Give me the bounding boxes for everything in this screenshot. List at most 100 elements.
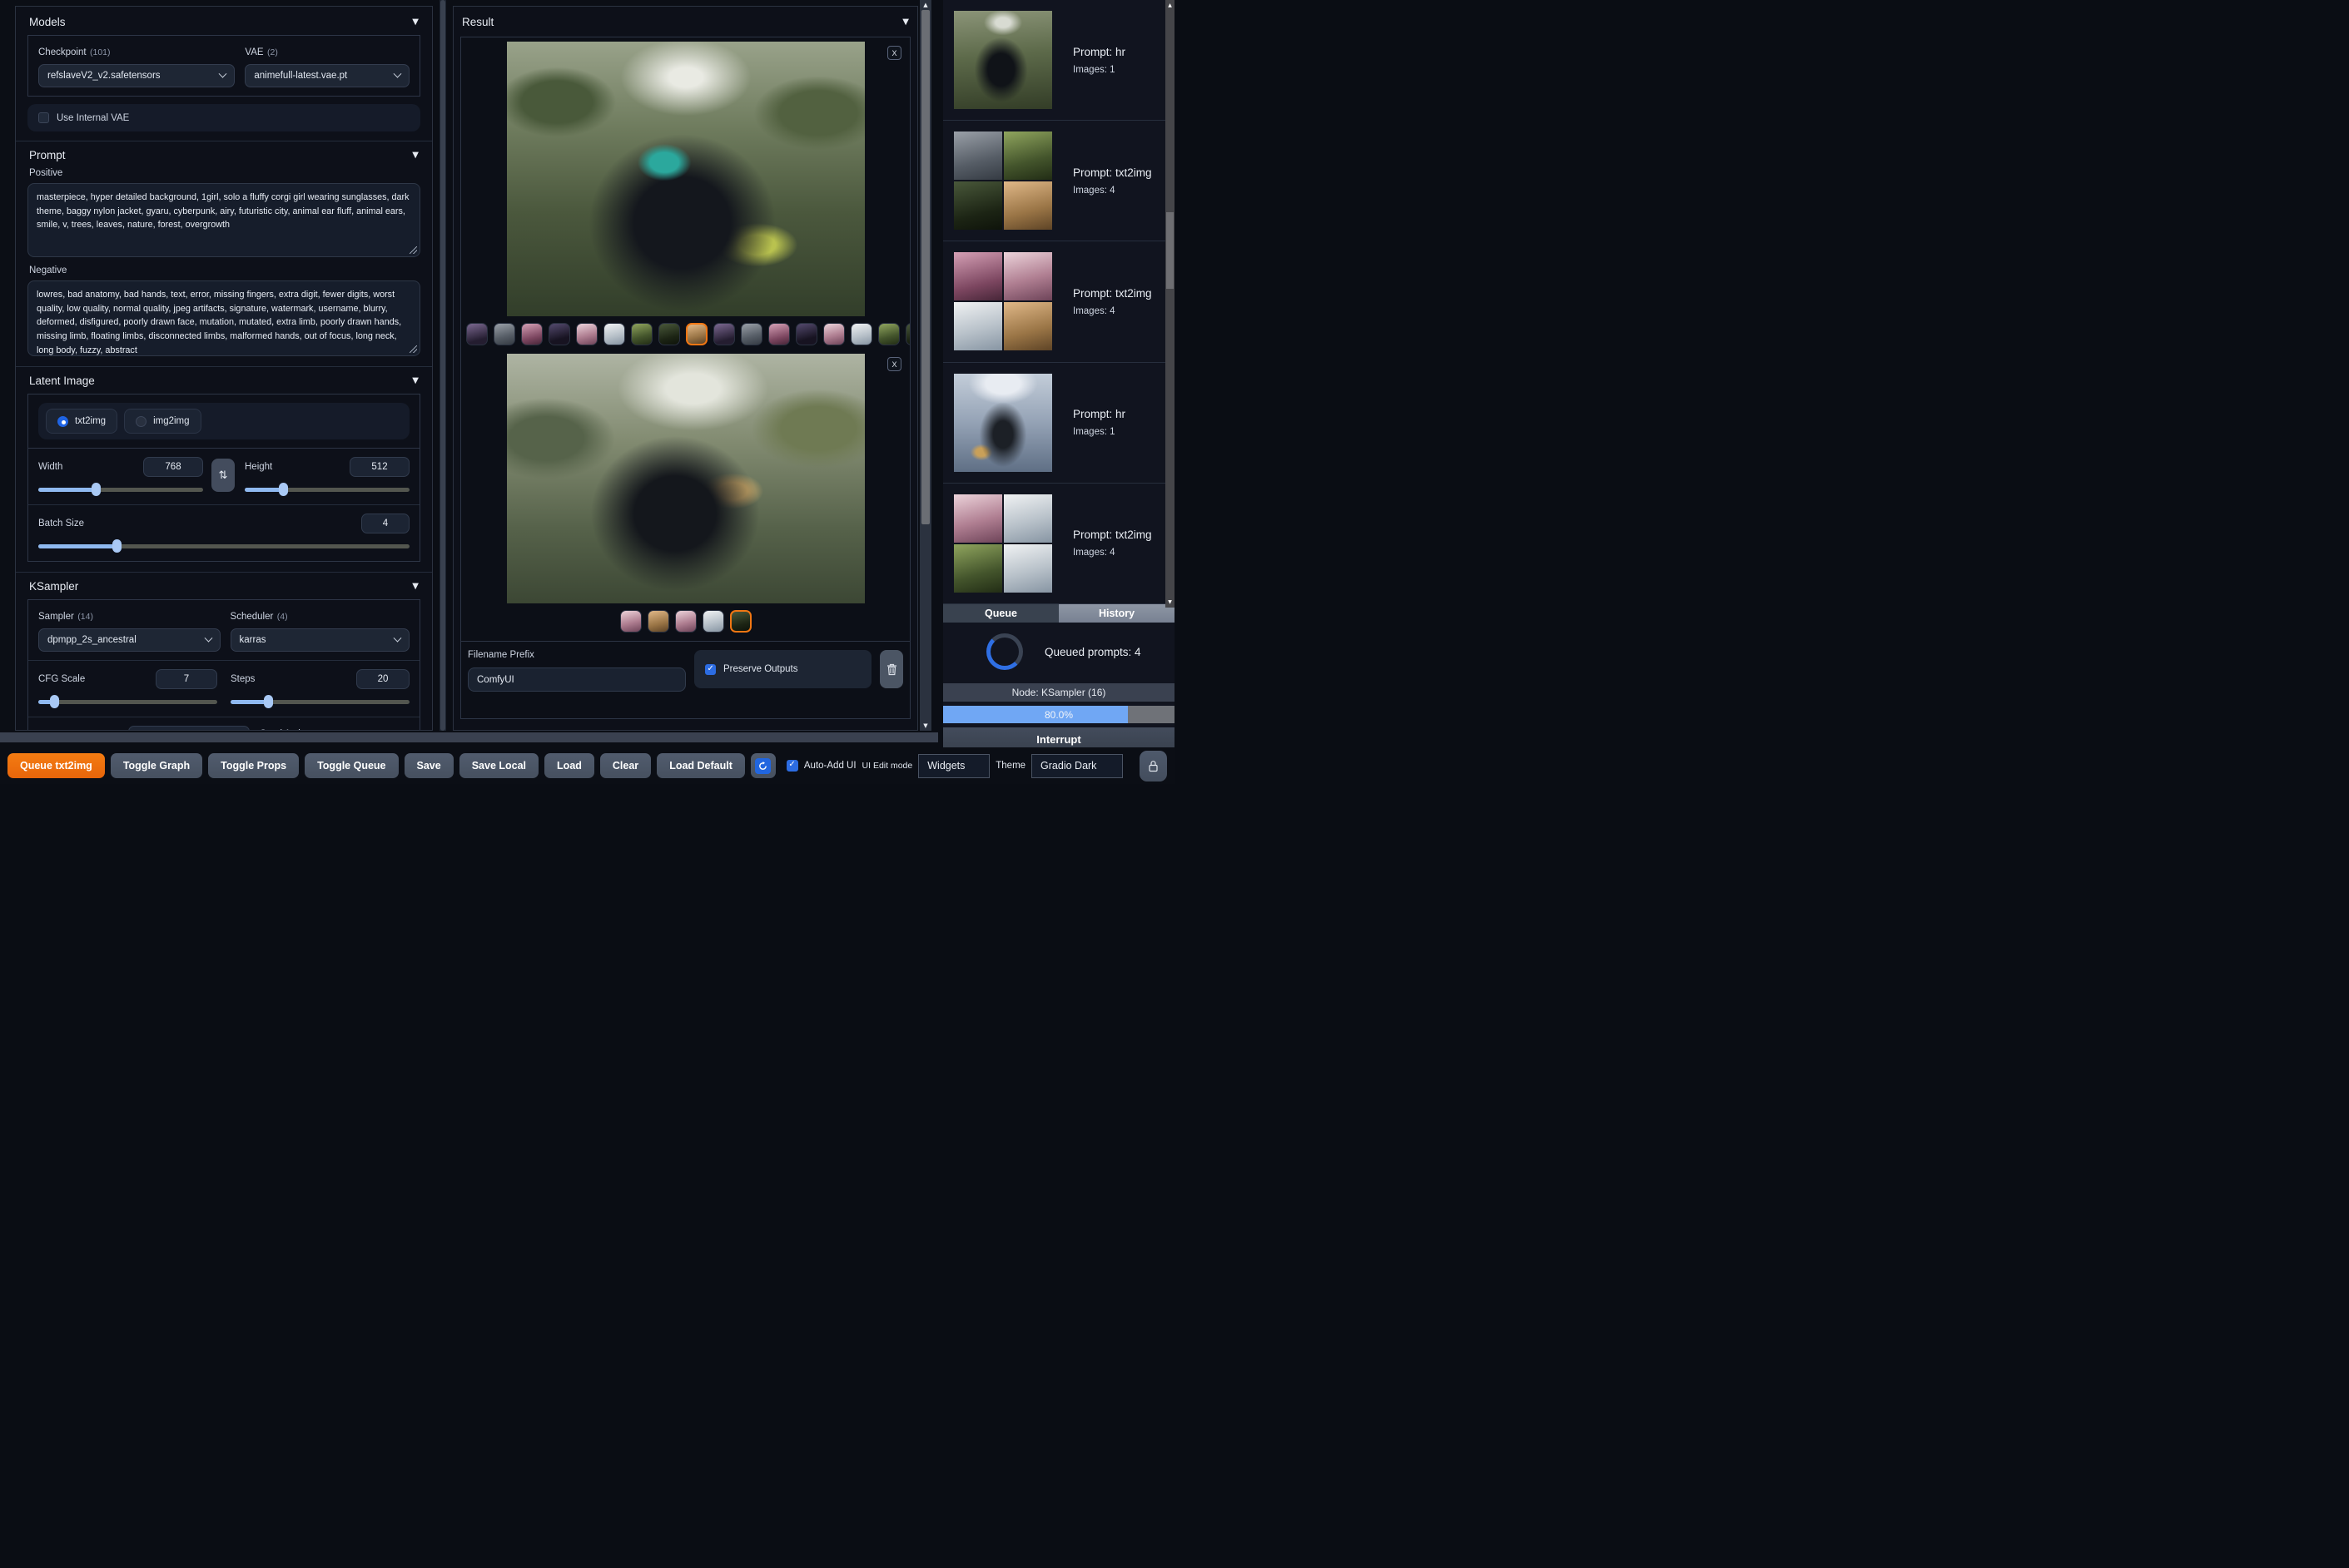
tab-history[interactable]: History — [1059, 604, 1174, 623]
tab-queue[interactable]: Queue — [943, 604, 1059, 623]
gallery-thumbnail[interactable] — [713, 322, 735, 345]
preserve-outputs-row[interactable]: Preserve Outputs — [694, 650, 872, 688]
history-thumbnail[interactable] — [1004, 543, 1052, 593]
gallery-thumbnail[interactable] — [658, 322, 680, 345]
gallery-thumbnail[interactable] — [906, 322, 910, 345]
gallery-thumbnail-selected[interactable] — [729, 609, 752, 633]
prompt-section-header[interactable]: Prompt ▼ — [27, 141, 420, 168]
steps-value[interactable]: 20 — [356, 669, 410, 689]
result-image-2[interactable] — [506, 354, 865, 603]
history-thumbnail[interactable] — [954, 543, 1002, 593]
steps-slider[interactable] — [231, 695, 410, 708]
workspace-scrollbar[interactable]: ▲ ▼ — [920, 0, 931, 731]
history-thumbnail[interactable] — [1004, 494, 1052, 543]
history-thumbnail-grid[interactable] — [954, 131, 1052, 231]
seed-value[interactable]: 693741274019139 — [128, 726, 251, 730]
height-slider[interactable] — [245, 483, 410, 496]
txt2img-radio[interactable]: txt2img — [46, 409, 118, 434]
gallery-thumbnail[interactable] — [796, 322, 817, 345]
preserve-outputs-checkbox[interactable] — [705, 663, 716, 675]
load-default-button[interactable]: Load Default — [657, 753, 745, 778]
auto-add-ui-checkbox[interactable] — [786, 760, 798, 772]
resize-handle-icon[interactable] — [410, 345, 417, 353]
gallery-thumbnail[interactable] — [768, 322, 790, 345]
scrollbar-thumb[interactable] — [1166, 212, 1174, 289]
height-value[interactable]: 512 — [350, 457, 410, 477]
gallery-thumbnail[interactable] — [647, 609, 669, 633]
history-thumbnail[interactable] — [954, 11, 1052, 110]
gallery-thumbnail[interactable] — [494, 322, 515, 345]
collapse-icon[interactable]: ▼ — [412, 376, 419, 385]
queue-txt2img-button[interactable]: Queue txt2img — [7, 753, 105, 778]
history-thumbnail[interactable] — [954, 302, 1002, 351]
history-thumbnail[interactable] — [954, 252, 1002, 301]
toggle-queue-button[interactable]: Toggle Queue — [305, 753, 399, 778]
history-item[interactable]: Prompt: hr Images: 1 — [943, 0, 1174, 122]
history-thumbnail[interactable] — [954, 181, 1002, 231]
history-item[interactable]: Prompt: txt2img Images: 4 — [943, 241, 1174, 363]
history-thumbnail-grid[interactable] — [954, 494, 1052, 593]
save-local-button[interactable]: Save Local — [459, 753, 539, 778]
filename-prefix-input[interactable]: ComfyUI — [468, 667, 686, 692]
collapse-icon[interactable]: ▼ — [412, 151, 419, 160]
close-image-2-button[interactable]: X — [887, 357, 901, 371]
history-thumbnail[interactable] — [954, 131, 1002, 181]
left-column-scrollbar[interactable] — [440, 0, 446, 731]
sampler-dropdown[interactable]: dpmpp_2s_ancestral — [38, 628, 221, 652]
history-thumbnail[interactable] — [1004, 181, 1052, 231]
negative-prompt-textarea[interactable]: lowres, bad anatomy, bad hands, text, er… — [27, 280, 420, 356]
positive-prompt-textarea[interactable]: masterpiece, hyper detailed background, … — [27, 183, 420, 257]
batch-size-value[interactable]: 4 — [361, 514, 410, 533]
width-value[interactable]: 768 — [143, 457, 203, 477]
width-slider[interactable] — [38, 483, 203, 496]
auto-add-ui-row[interactable]: Auto-Add UI — [786, 760, 857, 772]
vae-dropdown[interactable]: animefull-latest.vae.pt — [245, 64, 410, 87]
clear-button[interactable]: Clear — [599, 753, 652, 778]
gallery-thumbnail[interactable] — [674, 609, 697, 633]
gallery-thumbnail[interactable] — [702, 609, 724, 633]
toggle-props-button[interactable]: Toggle Props — [208, 753, 300, 778]
widgets-select[interactable]: Widgets — [918, 753, 991, 778]
lock-ui-button[interactable] — [1140, 750, 1167, 782]
gallery-thumbnail[interactable] — [619, 609, 642, 633]
gallery-thumbnail[interactable] — [549, 322, 570, 345]
gallery-thumbnail[interactable] — [466, 322, 488, 345]
toggle-graph-button[interactable]: Toggle Graph — [110, 753, 203, 778]
cfg-slider[interactable] — [38, 695, 217, 708]
gallery-thumbnail[interactable] — [741, 322, 762, 345]
cfg-value[interactable]: 7 — [156, 669, 217, 689]
theme-select[interactable]: Gradio Dark — [1031, 753, 1124, 778]
refresh-ui-button[interactable] — [750, 753, 776, 778]
history-item[interactable]: Prompt: txt2img Images: 4 — [943, 484, 1174, 604]
gallery-thumbnail[interactable] — [631, 322, 653, 345]
gallery-2-thumbstrip[interactable] — [461, 606, 910, 636]
scrollbar-thumb[interactable] — [921, 10, 930, 524]
collapse-icon[interactable]: ▼ — [902, 17, 909, 27]
gallery-thumbnail-selected[interactable] — [686, 322, 708, 345]
ksampler-section-header[interactable]: KSampler ▼ — [27, 573, 420, 599]
gallery-thumbnail[interactable] — [576, 322, 598, 345]
gallery-thumbnail[interactable] — [878, 322, 900, 345]
load-button[interactable]: Load — [544, 753, 594, 778]
gallery-thumbnail[interactable] — [823, 322, 845, 345]
collapse-icon[interactable]: ▼ — [412, 17, 419, 27]
use-internal-vae-row[interactable]: Use Internal VAE — [27, 104, 420, 131]
batch-size-slider[interactable] — [38, 539, 410, 553]
save-button[interactable]: Save — [404, 753, 454, 778]
gallery-thumbnail[interactable] — [521, 322, 543, 345]
history-thumbnail[interactable] — [1004, 302, 1052, 351]
clear-outputs-button[interactable] — [880, 650, 903, 688]
resize-handle-icon[interactable] — [410, 246, 417, 254]
close-image-1-button[interactable]: X — [887, 46, 901, 60]
history-thumbnail[interactable] — [1004, 131, 1052, 181]
result-section-header[interactable]: Result ▼ — [460, 8, 911, 35]
scheduler-dropdown[interactable]: karras — [230, 628, 410, 652]
history-item[interactable]: Prompt: hr Images: 1 — [943, 363, 1174, 484]
gallery-thumbnail[interactable] — [603, 322, 625, 345]
history-item[interactable]: Prompt: txt2img Images: 4 — [943, 121, 1174, 242]
history-thumbnail-grid[interactable] — [954, 252, 1052, 351]
gallery-thumbnail[interactable] — [851, 322, 872, 345]
img2img-radio[interactable]: img2img — [124, 409, 201, 434]
latent-section-header[interactable]: Latent Image ▼ — [27, 367, 420, 394]
result-image-1[interactable] — [506, 42, 865, 316]
